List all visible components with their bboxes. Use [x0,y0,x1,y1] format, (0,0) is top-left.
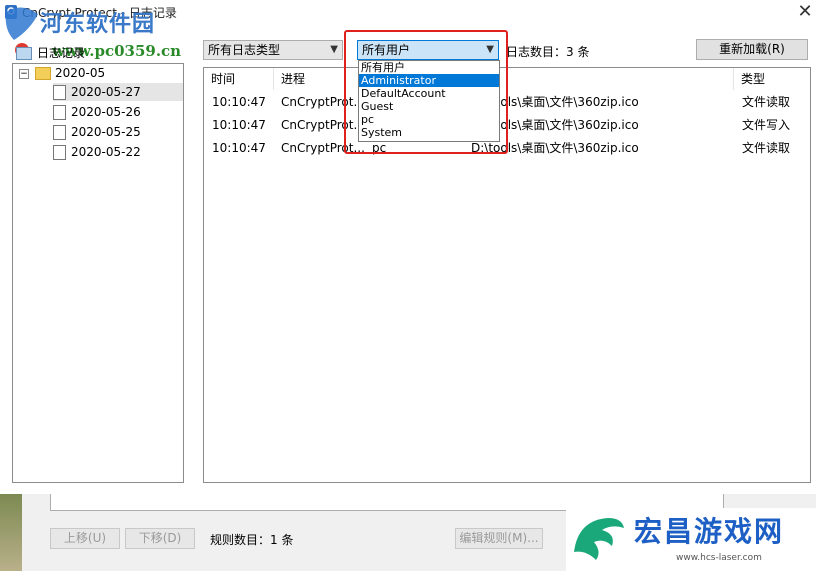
reload-button[interactable]: 重新加载(R) [696,39,808,60]
desktop-strip [0,494,22,571]
row-time[interactable]: 10:10:47 [212,115,266,135]
tree-folder-label: 2020-05 [55,66,106,80]
close-button[interactable]: ✕ [796,2,814,22]
log-type-value: 所有日志类型 [208,43,281,57]
edit-rule-button[interactable]: 编辑规则(M)... [455,528,543,549]
rule-count-label: 规则数目：1 条 [210,533,294,547]
log-type-select[interactable]: 所有日志类型 ▼ [203,40,343,60]
row-time[interactable]: 10:10:47 [212,92,266,112]
chevron-down-icon: ▼ [330,44,338,55]
row-time[interactable]: 10:10:47 [212,138,266,158]
tree-item-label: 2020-05-22 [71,145,141,159]
log-file-icon [53,85,66,100]
tree-folder[interactable]: − 2020-05 [19,64,105,82]
tree-item-date[interactable]: 2020-05-26 [53,103,141,121]
tree-item-date[interactable]: 2020-05-22 [53,143,141,161]
watermark-bottom-url: www.hcs-laser.com [676,553,762,563]
watermark-bottom-name: 宏昌游戏网 [634,515,785,548]
tree-root-label: 日志记录 [37,46,86,60]
row-type[interactable]: 文件读取 [742,138,790,158]
collapse-icon[interactable]: − [19,68,29,79]
move-down-button[interactable]: 下移(D) [125,528,195,549]
tree-item-label: 2020-05-25 [71,125,141,139]
tree-item-label: 2020-05-27 [71,85,141,99]
tree-item-date[interactable]: 2020-05-25 [53,123,141,141]
tree-item-date[interactable]: 2020-05-27 [53,83,183,101]
move-up-button[interactable]: 上移(U) [50,528,120,549]
watermark-site-name: 河东软件园 [40,11,156,37]
folder-icon [35,67,51,80]
date-tree[interactable]: − 2020-05 2020-05-27 2020-05-26 2020-05-2… [12,63,184,483]
row-type[interactable]: 文件读取 [742,92,790,112]
highlight-annotation [344,30,508,154]
log-file-icon [53,125,66,140]
tree-root[interactable]: 日志记录 [16,44,85,61]
column-header-type[interactable]: 类型 [734,68,810,90]
column-header-time[interactable]: 时间 [204,68,274,90]
log-count-label: 日志数目：3 条 [506,45,590,59]
row-type[interactable]: 文件写入 [742,115,790,135]
watermark-dragon-icon [574,518,624,560]
log-root-icon [16,47,32,60]
log-file-icon [53,145,66,160]
tree-item-label: 2020-05-26 [71,105,141,119]
log-file-icon [53,105,66,120]
